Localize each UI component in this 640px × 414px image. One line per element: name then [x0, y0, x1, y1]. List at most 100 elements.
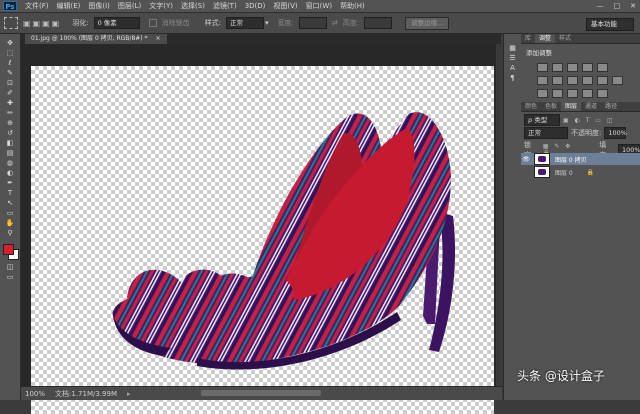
layer-name[interactable]: 图层 0 [555, 168, 573, 177]
gradient-icon[interactable]: ▤ [4, 149, 16, 158]
refine-edge-button[interactable]: 调整边缘... [405, 16, 450, 30]
tab-color[interactable]: 颜色 [521, 102, 541, 111]
selection-mode-icons[interactable]: ▣▣▣▣ [23, 19, 61, 28]
lasso-icon[interactable]: ℓ [4, 59, 16, 68]
vertical-scrollbar[interactable] [496, 44, 502, 386]
height-input[interactable] [364, 17, 393, 29]
eyedropper-icon[interactable]: ✐ [4, 89, 16, 98]
layer-filter-row: ρ 类型 ▣ ◐ T ▭ ◫ [524, 114, 615, 126]
selective-color-icon[interactable] [582, 89, 593, 98]
paragraph-panel-icon[interactable]: ¶ [507, 74, 519, 83]
hand-icon[interactable]: ✋ [4, 219, 16, 228]
canvas-area[interactable] [21, 44, 496, 414]
menu-window[interactable]: 窗口(W) [302, 0, 336, 12]
menu-filter[interactable]: 滤镜(T) [209, 0, 241, 12]
tab-paths[interactable]: 路径 [601, 102, 621, 111]
stamp-icon[interactable]: ⊕ [4, 119, 16, 128]
menu-layer[interactable]: 图层(L) [114, 0, 145, 12]
menu-help[interactable]: 帮助(H) [336, 0, 369, 12]
eye-icon[interactable]: 👁 [521, 156, 531, 163]
maximize-icon[interactable]: □ [614, 0, 621, 12]
brush-icon[interactable]: ✏ [4, 109, 16, 118]
crop-icon[interactable]: ⊡ [4, 79, 16, 88]
blend-mode-select[interactable]: 正常 [524, 127, 568, 139]
workspace-select[interactable]: 基本功能 [586, 18, 634, 31]
tab-library[interactable]: 库 [521, 34, 535, 43]
zoom-level[interactable]: 100% [25, 390, 45, 398]
eraser-icon[interactable]: ◧ [4, 139, 16, 148]
status-menu-icon[interactable]: ▸ [127, 390, 131, 398]
photo-filter-icon[interactable] [582, 76, 593, 85]
shape-icon[interactable]: ▭ [4, 209, 16, 218]
properties-panel-icon[interactable]: ☰ [507, 54, 519, 63]
type-icon[interactable]: T [4, 189, 16, 198]
layer-name[interactable]: 图层 0 拷贝 [555, 155, 587, 164]
channel-mixer-icon[interactable] [597, 76, 608, 85]
blur-icon[interactable]: ◍ [4, 159, 16, 168]
document-size: 文档:1.71M/3.99M [55, 389, 117, 398]
menu-select[interactable]: 选择(S) [177, 0, 209, 12]
history-brush-icon[interactable]: ↺ [4, 129, 16, 138]
gradient-map-icon[interactable] [597, 89, 608, 98]
shoe-image [112, 112, 456, 370]
tab-close-icon[interactable]: × [155, 35, 160, 42]
zoom-icon[interactable]: ⚲ [4, 229, 16, 238]
swap-icon[interactable]: ⇄ [332, 19, 338, 27]
vibrance-icon[interactable] [597, 63, 608, 72]
layer-filter-select[interactable]: ρ 类型 [524, 114, 560, 126]
healing-icon[interactable]: ✚ [4, 99, 16, 108]
document-canvas[interactable] [31, 66, 494, 414]
photoshop-logo: Ps [3, 1, 17, 11]
hue-saturation-icon[interactable] [537, 76, 548, 85]
foreground-color-swatch[interactable] [3, 244, 14, 255]
layer-row[interactable]: 👁 图层 0 拷贝 [521, 153, 640, 165]
levels-icon[interactable] [552, 63, 563, 72]
menu-type[interactable]: 文字(Y) [145, 0, 177, 12]
quick-mask-icon[interactable]: ◫ [4, 263, 16, 272]
marquee-icon[interactable]: ⬚ [4, 49, 16, 58]
path-select-icon[interactable]: ↖ [4, 199, 16, 208]
close-icon[interactable]: ✕ [630, 0, 636, 12]
document-tab[interactable]: 01.jpg @ 100% (图层 0 拷贝, RGB/8#) * × [25, 34, 167, 44]
threshold-icon[interactable] [567, 89, 578, 98]
brightness-icon[interactable] [537, 63, 548, 72]
menu-view[interactable]: 视图(V) [269, 0, 301, 12]
tab-layers[interactable]: 图层 [561, 102, 582, 111]
menu-file[interactable]: 文件(F) [21, 0, 53, 12]
tab-channels[interactable]: 通道 [581, 102, 601, 111]
color-balance-icon[interactable] [552, 76, 563, 85]
black-white-icon[interactable] [567, 76, 578, 85]
menu-edit[interactable]: 编辑(E) [53, 0, 85, 12]
quick-select-icon[interactable]: ✎ [4, 69, 16, 78]
feather-input[interactable]: 0 像素 [93, 17, 140, 29]
exposure-icon[interactable] [582, 63, 593, 72]
curves-icon[interactable] [567, 63, 578, 72]
color-swatches[interactable] [0, 242, 20, 262]
menu-image[interactable]: 图像(I) [84, 0, 114, 12]
filter-icons[interactable]: ▣ ◐ T ▭ ◫ [563, 117, 615, 124]
horizontal-scrollbar[interactable] [201, 390, 321, 396]
style-select[interactable]: 正常 [225, 17, 264, 29]
blend-row: 正常 不透明度: 100% [524, 127, 627, 139]
tab-styles[interactable]: 样式 [555, 34, 575, 43]
opacity-input[interactable]: 100% [604, 127, 627, 139]
tab-adjustments[interactable]: 调整 [535, 34, 556, 43]
opacity-label: 不透明度: [571, 129, 602, 137]
feather-label: 羽化: [72, 19, 89, 27]
move-icon[interactable]: ✥ [4, 39, 16, 48]
tab-swatches[interactable]: 色板 [541, 102, 561, 111]
width-input[interactable] [298, 17, 327, 29]
tool-preset-icon[interactable] [4, 17, 18, 29]
layer-row[interactable]: 图层 0 🔒 [521, 166, 640, 178]
pen-icon[interactable]: ✒ [4, 179, 16, 188]
dodge-icon[interactable]: ◐ [4, 169, 16, 178]
invert-icon[interactable] [537, 89, 548, 98]
history-panel-icon[interactable]: ▦ [507, 44, 519, 53]
antialias-checkbox[interactable] [148, 19, 157, 27]
minimize-icon[interactable]: — [597, 0, 604, 12]
character-panel-icon[interactable]: A [507, 64, 519, 73]
screen-mode-icon[interactable]: ▭ [4, 273, 16, 282]
color-lookup-icon[interactable] [612, 76, 623, 85]
menu-3d[interactable]: 3D(D) [241, 0, 270, 12]
posterize-icon[interactable] [552, 89, 563, 98]
